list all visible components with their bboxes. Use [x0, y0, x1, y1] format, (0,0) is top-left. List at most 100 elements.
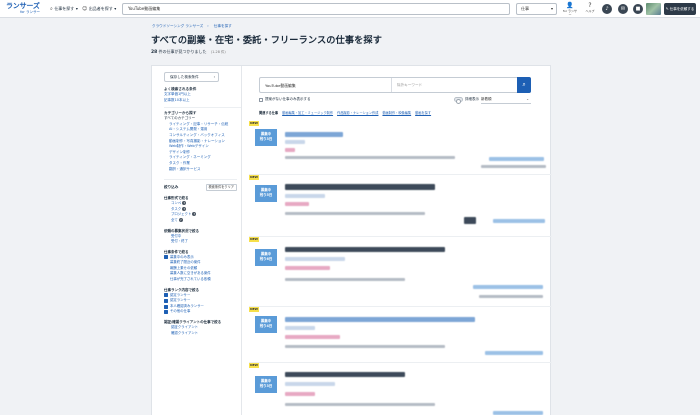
checkbox-unchecked[interactable] — [259, 97, 263, 102]
toggle-switch[interactable] — [454, 97, 463, 104]
status-remaining: 残り5日 — [259, 192, 273, 197]
nav-find-sellers[interactable]: ☺ 出品者を探す ▾ — [82, 5, 116, 13]
search-icon: ⌕ — [522, 81, 526, 88]
job-client-redacted — [479, 295, 543, 298]
category-item[interactable]: 翻訳・通訳サービス — [164, 167, 241, 173]
input-divider — [391, 78, 392, 92]
job-desc-redacted — [285, 345, 445, 348]
filter-sidebar: 保存した検索条件 › よく検索される条件 文字単価1円以上 記事数10本以上 カ… — [152, 66, 242, 415]
checkbox-checked[interactable] — [164, 310, 168, 315]
header-search-input[interactable]: YouTube動画編集 — [122, 3, 510, 15]
help-icon[interactable]: ? — [192, 212, 197, 217]
job-price-redacted — [489, 157, 544, 161]
related-label: 関連する仕事 — [259, 111, 279, 115]
result-range: (1-28 件) — [210, 50, 226, 54]
client-option[interactable]: 確認クライアント — [164, 331, 241, 337]
nav-find-sellers-label: 出品者を探す — [88, 6, 113, 11]
job-price-redacted — [493, 219, 545, 223]
job-title-redacted — [285, 317, 475, 322]
user-icon: 👤 — [566, 2, 574, 9]
related-link[interactable]: 動画編集・加工・ミュージック制作 — [282, 110, 333, 115]
checkbox-checked[interactable] — [164, 304, 168, 309]
nav-find-jobs-label: 仕事を探す — [54, 6, 75, 11]
search-scope-select[interactable]: 仕事 ▾ — [516, 3, 557, 15]
job-card[interactable]: NEW 募集中 残り4日 — [249, 307, 552, 363]
period-option[interactable]: 受付・終了 — [164, 239, 241, 245]
lancer-menu[interactable]: 👤 for ランサー — [562, 2, 578, 17]
lancer-menu-label: for ランサー — [562, 9, 578, 17]
sort-select[interactable]: 新着順 ⌄ — [481, 95, 531, 104]
nav-find-jobs[interactable]: ⌕ 仕事を探す ▾ — [50, 5, 78, 13]
bell-icon: ♪ — [605, 6, 609, 12]
new-badge: NEW — [249, 363, 259, 368]
job-desc-redacted — [285, 212, 425, 215]
job-card[interactable]: NEW 募集中 残り3日 — [249, 121, 552, 175]
bookmark-icon: ■ — [635, 6, 641, 12]
job-tag-redacted — [285, 266, 330, 270]
keyword-search-button[interactable]: ⌕ — [517, 77, 531, 93]
status-remaining: 残り3日 — [259, 383, 273, 388]
keyword-input[interactable]: YouTube動画編集 — [265, 78, 296, 93]
checkbox-checked[interactable] — [164, 293, 168, 298]
logo-text: ランサーズ — [6, 2, 40, 10]
chevron-right-icon: › — [213, 75, 215, 79]
post-job-button[interactable]: ✎ 仕事を依頼する — [664, 3, 696, 15]
job-meta-redacted — [285, 326, 315, 330]
no-proposal-label: 提案がない仕事のみ表示する — [265, 97, 311, 101]
help-icon[interactable]: ? — [182, 201, 187, 206]
related-link[interactable]: 作品撮影・ナレーション作成 — [337, 110, 378, 115]
chevron-down-icon: ▾ — [550, 6, 553, 11]
job-price-redacted — [493, 411, 543, 415]
breadcrumb-home[interactable]: クラウドソーシング ランサーズ — [152, 24, 203, 28]
result-count: 28 件の仕事が見つかりました (1-28 件) — [151, 49, 226, 55]
message-button[interactable]: ✉ — [618, 4, 628, 14]
job-tag-redacted — [285, 392, 315, 396]
job-meta-redacted — [285, 257, 345, 261]
checkbox-checked[interactable] — [164, 255, 168, 260]
saved-search-button[interactable]: 保存した検索条件 › — [164, 72, 219, 82]
job-desc-redacted — [285, 278, 405, 281]
avatar[interactable] — [646, 3, 661, 15]
help-link[interactable]: ? ヘルプ — [583, 2, 597, 13]
job-price-redacted — [473, 285, 543, 289]
narrow-down-header: 絞り込み 検索条件をクリア — [164, 179, 237, 192]
condition-option[interactable]: 仕事が完了されている依頼 — [164, 277, 241, 283]
status-remaining: 残り3日 — [259, 136, 273, 141]
rank-checkbox[interactable]: その他の仕事 — [164, 309, 241, 315]
sort-value: 新着順 — [481, 97, 492, 101]
lancers-logo[interactable]: ランサーズ for ランサー — [6, 2, 44, 16]
job-status-badge: 募集中 残り3日 — [255, 129, 277, 146]
clear-filters-button[interactable]: 検索条件をクリア — [205, 184, 237, 192]
breadcrumb-find-jobs[interactable]: 仕事を探す — [214, 24, 232, 28]
related-link[interactable]: 動画制作・映像編集 — [382, 110, 411, 115]
job-card[interactable]: NEW 募集中 残り3日 — [249, 363, 552, 415]
job-status-badge: 募集中 残り5日 — [255, 185, 277, 202]
help-icon[interactable]: ? — [182, 206, 187, 211]
notification-button[interactable]: ♪ — [602, 4, 612, 14]
favorite-button[interactable]: ■ — [633, 4, 643, 14]
often-link[interactable]: 記事数10本以上 — [164, 98, 241, 104]
detail-view-label: 詳細表示 — [465, 97, 479, 101]
no-proposal-option[interactable]: 提案がない仕事のみ表示する — [259, 97, 311, 102]
detail-view-toggle[interactable]: 詳細表示 — [454, 97, 479, 104]
checkbox-checked[interactable] — [164, 299, 168, 304]
job-thumb-redacted — [464, 217, 476, 224]
exclude-keyword-input[interactable]: 除外キーワード — [397, 78, 422, 93]
job-tag-redacted — [285, 148, 295, 152]
results-panel: YouTube動画編集 除外キーワード ⌕ 提案がない仕事のみ表示する 詳細表示… — [249, 66, 552, 415]
rank-label: その他の仕事 — [170, 309, 191, 314]
job-style-label: タスク — [171, 206, 182, 211]
related-link[interactable]: 動画を探す — [415, 110, 431, 115]
result-count-number: 28 — [151, 50, 158, 55]
job-title-redacted — [285, 372, 405, 377]
help-icon[interactable]: ? — [178, 217, 183, 222]
message-icon: ✉ — [620, 6, 626, 12]
job-card[interactable]: NEW 募集中 残り5日 — [249, 175, 552, 237]
job-style-option[interactable]: 全て ? — [164, 217, 241, 224]
job-card[interactable]: NEW 募集中 残り6日 — [249, 237, 552, 307]
job-status-badge: 募集中 残り3日 — [255, 376, 277, 393]
narrow-down-title: 絞り込み — [164, 185, 179, 190]
result-count-suffix: 件の仕事が見つかりました — [158, 49, 207, 54]
page-title: すべての副業・在宅・委託・フリーランスの仕事を探す — [151, 35, 382, 46]
search-icon: ⌕ — [50, 6, 53, 12]
